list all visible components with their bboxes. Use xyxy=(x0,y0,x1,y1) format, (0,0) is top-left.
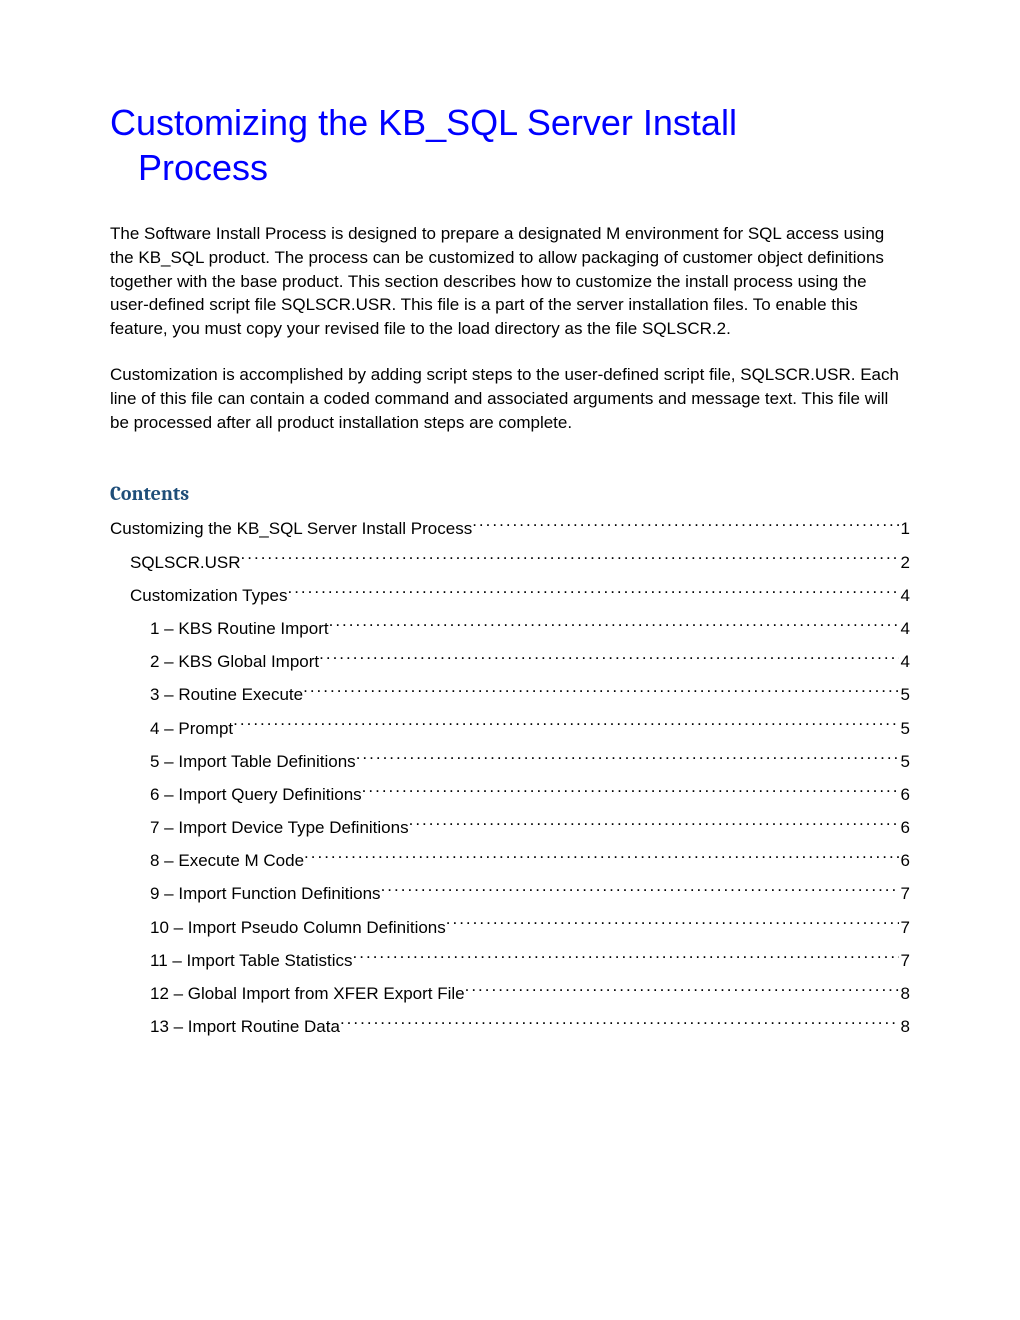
toc-page-number: 8 xyxy=(899,1013,910,1040)
toc-leader-dots xyxy=(287,584,898,601)
toc-leader-dots xyxy=(446,916,899,933)
toc-leader-dots xyxy=(465,982,899,999)
page-title: Customizing the KB_SQL Server Install Pr… xyxy=(110,100,910,190)
page-title-line1: Customizing the KB_SQL Server Install xyxy=(110,102,737,143)
toc-entry[interactable]: 7 – Import Device Type Definitions 6 xyxy=(110,814,910,841)
toc-page-number: 5 xyxy=(899,748,910,775)
toc-entry[interactable]: 5 – Import Table Definitions 5 xyxy=(110,748,910,775)
page-title-line2: Process xyxy=(110,145,910,190)
toc-leader-dots xyxy=(233,717,898,734)
toc-page-number: 2 xyxy=(899,549,910,576)
toc-page-number: 4 xyxy=(899,648,910,675)
toc-entry[interactable]: 13 – Import Routine Data 8 xyxy=(110,1013,910,1040)
toc-leader-dots xyxy=(319,650,898,667)
table-of-contents: Customizing the KB_SQL Server Install Pr… xyxy=(110,515,910,1040)
toc-page-number: 6 xyxy=(899,781,910,808)
toc-label: 13 – Import Routine Data xyxy=(150,1013,340,1040)
toc-label: 1 – KBS Routine Import xyxy=(150,615,329,642)
toc-leader-dots xyxy=(362,783,899,800)
intro-paragraph-1: The Software Install Process is designed… xyxy=(110,222,910,341)
toc-label: 2 – KBS Global Import xyxy=(150,648,319,675)
toc-entry[interactable]: 1 – KBS Routine Import 4 xyxy=(110,615,910,642)
toc-label: 12 – Global Import from XFER Export File xyxy=(150,980,465,1007)
toc-entry[interactable]: 9 – Import Function Definitions 7 xyxy=(110,880,910,907)
toc-leader-dots xyxy=(303,683,898,700)
toc-leader-dots xyxy=(353,949,899,966)
contents-heading: Contents xyxy=(110,482,910,505)
toc-label: 8 – Execute M Code xyxy=(150,847,304,874)
toc-leader-dots xyxy=(241,551,899,568)
toc-leader-dots xyxy=(329,617,899,634)
toc-leader-dots xyxy=(409,816,899,833)
toc-page-number: 5 xyxy=(899,715,910,742)
toc-page-number: 5 xyxy=(899,681,910,708)
toc-page-number: 4 xyxy=(899,582,910,609)
toc-page-number: 7 xyxy=(899,880,910,907)
toc-label: 3 – Routine Execute xyxy=(150,681,303,708)
toc-leader-dots xyxy=(472,517,898,534)
toc-label: 7 – Import Device Type Definitions xyxy=(150,814,409,841)
intro-paragraph-2: Customization is accomplished by adding … xyxy=(110,363,910,434)
toc-entry[interactable]: Customization Types 4 xyxy=(110,582,910,609)
toc-label: 11 – Import Table Statistics xyxy=(150,947,353,974)
toc-label: SQLSCR.USR xyxy=(130,549,241,576)
toc-leader-dots xyxy=(356,750,899,767)
toc-page-number: 8 xyxy=(899,980,910,1007)
toc-entry[interactable]: Customizing the KB_SQL Server Install Pr… xyxy=(110,515,910,542)
toc-entry[interactable]: 3 – Routine Execute 5 xyxy=(110,681,910,708)
toc-label: 10 – Import Pseudo Column Definitions xyxy=(150,914,446,941)
toc-page-number: 1 xyxy=(899,515,910,542)
toc-page-number: 7 xyxy=(899,914,910,941)
toc-entry[interactable]: 12 – Global Import from XFER Export File… xyxy=(110,980,910,1007)
toc-entry[interactable]: 4 – Prompt 5 xyxy=(110,715,910,742)
toc-page-number: 7 xyxy=(899,947,910,974)
toc-leader-dots xyxy=(340,1015,899,1032)
toc-page-number: 4 xyxy=(899,615,910,642)
toc-label: Customizing the KB_SQL Server Install Pr… xyxy=(110,515,472,542)
toc-entry[interactable]: 11 – Import Table Statistics 7 xyxy=(110,947,910,974)
toc-leader-dots xyxy=(304,849,899,866)
toc-leader-dots xyxy=(381,882,899,899)
toc-page-number: 6 xyxy=(899,814,910,841)
toc-label: 5 – Import Table Definitions xyxy=(150,748,356,775)
toc-label: 6 – Import Query Definitions xyxy=(150,781,362,808)
toc-page-number: 6 xyxy=(899,847,910,874)
toc-label: 9 – Import Function Definitions xyxy=(150,880,381,907)
toc-label: Customization Types xyxy=(130,582,287,609)
toc-label: 4 – Prompt xyxy=(150,715,233,742)
toc-entry[interactable]: 2 – KBS Global Import 4 xyxy=(110,648,910,675)
toc-entry[interactable]: 10 – Import Pseudo Column Definitions 7 xyxy=(110,914,910,941)
toc-entry[interactable]: 8 – Execute M Code 6 xyxy=(110,847,910,874)
toc-entry[interactable]: 6 – Import Query Definitions 6 xyxy=(110,781,910,808)
toc-entry[interactable]: SQLSCR.USR 2 xyxy=(110,549,910,576)
